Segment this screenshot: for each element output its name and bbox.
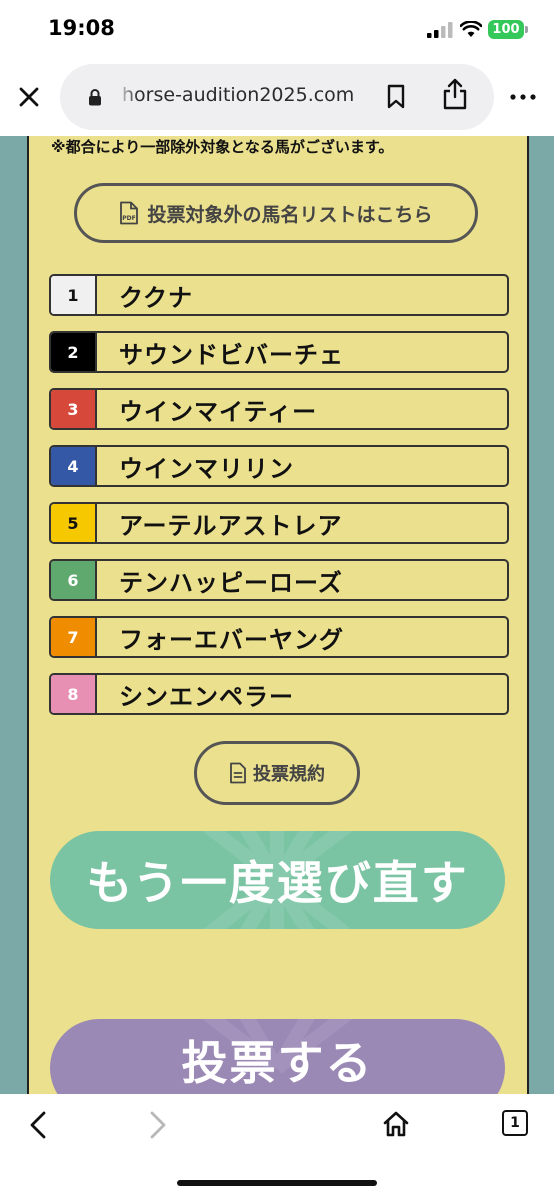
close-icon	[19, 87, 39, 107]
battery-indicator: 100	[488, 20, 524, 39]
horse-number-badge: 7	[51, 618, 97, 656]
pdf-icon: PDF	[120, 201, 139, 225]
browser-address-row: horse-audition2025.com	[0, 58, 554, 136]
reselect-button-label: もう一度選び直す	[86, 856, 469, 910]
bookmark-icon[interactable]	[386, 84, 406, 110]
share-icon[interactable]	[442, 78, 468, 110]
horse-number-badge: 2	[51, 333, 97, 371]
close-button[interactable]	[14, 82, 44, 112]
exclusion-notice: ※都合により一部除外対象となる馬がございます。	[51, 138, 394, 156]
horse-row[interactable]: 5 アーテルアストレア	[49, 502, 509, 544]
url-bar[interactable]: horse-audition2025.com	[60, 64, 494, 130]
voting-rules-button[interactable]: 投票規約	[194, 741, 360, 805]
vote-button[interactable]: 投票する	[50, 1019, 505, 1094]
horse-number-badge: 6	[51, 561, 97, 599]
horse-list: 1 ククナ 2 サウンドビバーチェ 3 ウインマイティー 4 ウインマリリン 5 アーテルアストレ…	[49, 274, 509, 730]
excluded-list-pdf-button[interactable]: PDF 投票対象外の馬名リストはこちら	[74, 183, 478, 243]
horse-name: サウンドビバーチェ	[119, 341, 344, 369]
horse-row[interactable]: 4 ウインマリリン	[49, 445, 509, 487]
horse-number-badge: 5	[51, 504, 97, 542]
browser-toolbar: 1	[0, 1094, 554, 1199]
forward-icon[interactable]	[146, 1110, 170, 1140]
horse-row[interactable]: 3 ウインマイティー	[49, 388, 509, 430]
horse-name: テンハッピーローズ	[119, 569, 343, 597]
wifi-icon	[460, 21, 482, 37]
status-bar: 19:08 100	[0, 0, 554, 58]
horse-number-badge: 8	[51, 675, 97, 713]
pdf-icon-text: PDF	[123, 215, 136, 222]
horse-name: アーテルアストレア	[119, 512, 343, 540]
back-icon[interactable]	[26, 1110, 50, 1140]
url-text: horse-audition2025.com	[122, 84, 355, 106]
horse-number-badge: 1	[51, 276, 97, 314]
horse-number-badge: 4	[51, 447, 97, 485]
url-fade	[116, 78, 138, 118]
horse-row[interactable]: 2 サウンドビバーチェ	[49, 331, 509, 373]
horse-row[interactable]: 6 テンハッピーローズ	[49, 559, 509, 601]
horse-name: ウインマリリン	[119, 455, 294, 483]
horse-row[interactable]: 7 フォーエバーヤング	[49, 616, 509, 658]
status-time: 19:08	[48, 16, 115, 40]
rules-button-label: 投票規約	[253, 764, 325, 785]
horse-name: シンエンペラー	[119, 683, 294, 711]
horse-number-badge: 3	[51, 390, 97, 428]
page-background: ※都合により一部除外対象となる馬がございます。 PDF 投票対象外の馬名リストは…	[0, 136, 554, 1094]
pdf-button-label: 投票対象外の馬名リストはこちら	[147, 203, 433, 226]
tabs-icon[interactable]: 1	[502, 1110, 528, 1136]
document-icon	[230, 762, 246, 784]
battery-tip	[525, 26, 528, 33]
horse-row[interactable]: 1 ククナ	[49, 274, 509, 316]
horse-name: ウインマイティー	[119, 398, 318, 426]
horse-row[interactable]: 8 シンエンペラー	[49, 673, 509, 715]
lock-icon	[89, 89, 101, 106]
horse-name: ククナ	[119, 284, 194, 312]
more-icon[interactable]	[510, 94, 536, 100]
reselect-button[interactable]: もう一度選び直す	[50, 831, 505, 929]
home-indicator	[177, 1180, 377, 1186]
horse-name: フォーエバーヤング	[119, 626, 344, 654]
vote-button-label: 投票する	[181, 1036, 374, 1090]
signal-icon	[427, 22, 453, 38]
content-card: ※都合により一部除外対象となる馬がございます。 PDF 投票対象外の馬名リストは…	[27, 136, 529, 1094]
home-icon[interactable]	[382, 1110, 410, 1138]
